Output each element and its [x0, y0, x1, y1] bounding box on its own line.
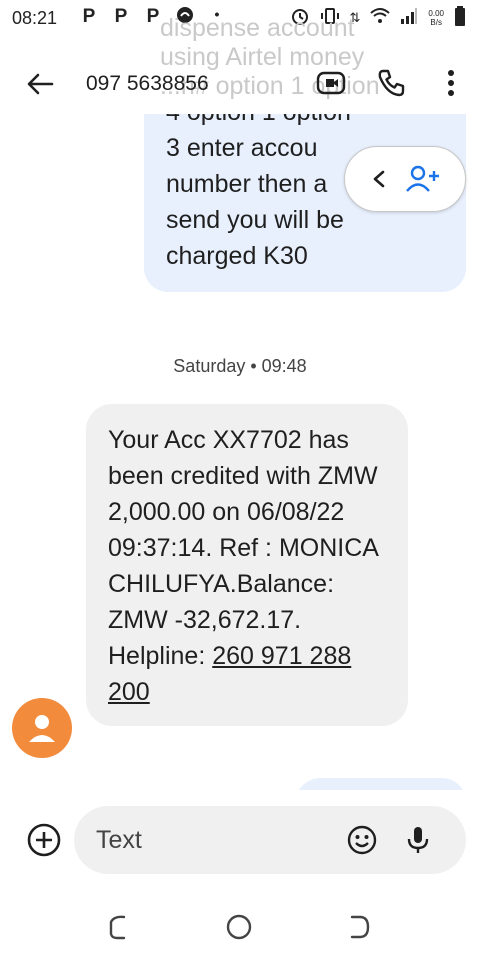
notification-p-icon: P — [114, 6, 128, 27]
add-contact-icon[interactable] — [405, 165, 440, 193]
home-icon[interactable] — [224, 912, 254, 942]
back-nav-icon[interactable] — [344, 912, 374, 942]
notification-p-icon: P — [82, 6, 96, 27]
phone-call-icon[interactable] — [376, 68, 406, 98]
back-arrow-icon[interactable] — [24, 68, 56, 100]
avatar[interactable] — [12, 698, 72, 758]
person-icon — [29, 715, 55, 742]
emoji-icon[interactable] — [346, 824, 378, 856]
ghost-line: dispense account — [160, 14, 355, 42]
compose-row: Text — [0, 802, 480, 874]
outgoing-message-bubble-partial[interactable] — [296, 778, 466, 790]
more-options-icon[interactable] — [436, 68, 466, 98]
incoming-message-text: Your Acc XX7702 has been credited with Z… — [108, 426, 378, 670]
signal-icon — [400, 7, 418, 29]
conversation-list[interactable]: 4 option 1 option 3 enter accou number t… — [0, 114, 480, 790]
message-input[interactable]: Text — [74, 806, 466, 874]
message-timestamp: Saturday • 09:48 — [173, 356, 307, 376]
net-speed-unit: B/s — [430, 18, 442, 27]
message-line: charged K30 — [166, 242, 308, 270]
contact-number[interactable]: 097 5638856 — [86, 72, 209, 96]
net-speed-value: 0.00 — [428, 9, 444, 18]
contact-action-pill — [344, 146, 466, 212]
app-actions — [316, 68, 466, 98]
microphone-icon[interactable] — [402, 824, 434, 856]
status-time: 08:21 — [12, 8, 58, 28]
add-attachment-icon[interactable] — [26, 822, 62, 858]
video-call-icon[interactable] — [316, 68, 346, 98]
recents-icon[interactable] — [104, 912, 134, 942]
incoming-message-bubble[interactable]: Your Acc XX7702 has been credited with Z… — [86, 404, 408, 726]
app-bar: 097 5638856 — [0, 52, 480, 114]
collapse-chevron-icon[interactable] — [371, 169, 387, 189]
message-line: 4 option 1 option — [166, 114, 444, 130]
message-input-placeholder: Text — [96, 826, 142, 854]
system-nav-bar — [0, 896, 480, 960]
net-speed: 0.00 B/s — [428, 9, 444, 27]
battery-icon — [454, 6, 466, 30]
